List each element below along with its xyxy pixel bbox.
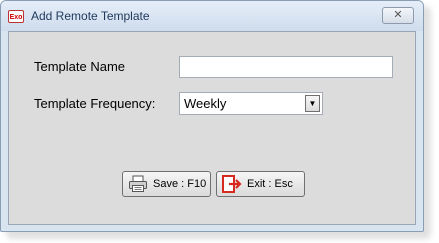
template-frequency-label: Template Frequency:	[34, 96, 156, 111]
exit-button[interactable]: Exit : Esc	[216, 171, 305, 197]
window-title: Add Remote Template	[31, 9, 150, 23]
save-button[interactable]: Save : F10	[122, 171, 211, 197]
close-button[interactable]: ✕	[382, 7, 414, 24]
printer-icon	[129, 175, 147, 192]
dialog-window: Exo Add Remote Template ✕ Template Name …	[0, 0, 424, 232]
template-name-label: Template Name	[34, 59, 126, 74]
dialog-body: Template Name Template Frequency: Weekly…	[8, 31, 416, 225]
template-frequency-value: Weekly	[184, 96, 227, 111]
template-name-input[interactable]	[179, 56, 393, 78]
app-icon: Exo	[8, 10, 24, 23]
save-button-label: Save : F10	[153, 178, 207, 190]
template-frequency-select[interactable]: Weekly ▼	[179, 92, 323, 115]
exit-icon	[222, 175, 242, 193]
exit-button-label: Exit : Esc	[247, 178, 293, 190]
dropdown-arrow-button[interactable]: ▼	[305, 95, 320, 112]
title-bar[interactable]: Exo Add Remote Template ✕	[1, 1, 423, 31]
chevron-down-icon: ▼	[308, 99, 317, 108]
close-icon: ✕	[393, 9, 403, 21]
